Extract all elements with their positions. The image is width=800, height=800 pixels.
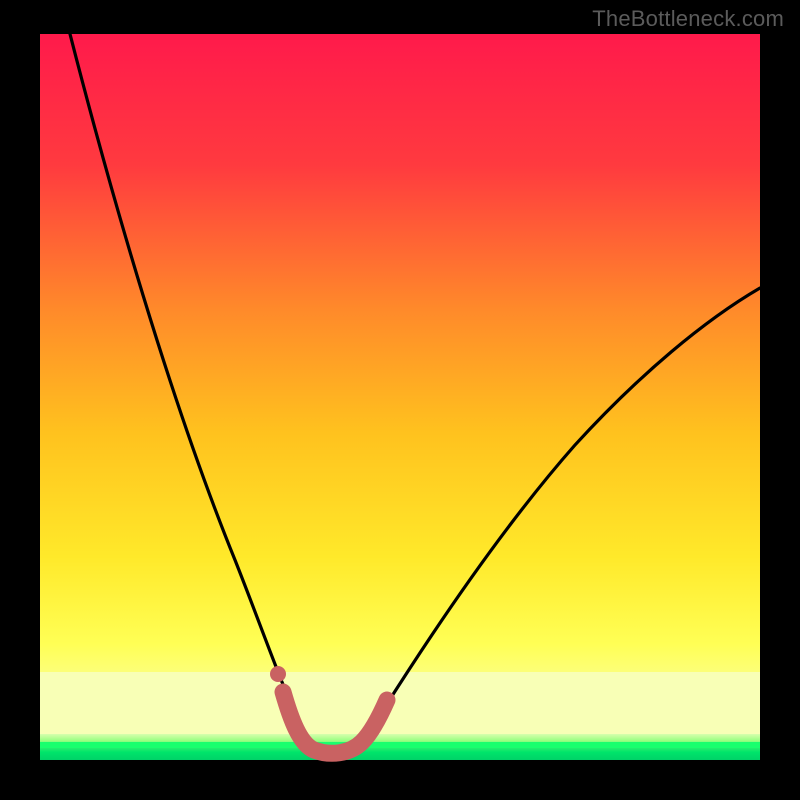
watermark-text: TheBottleneck.com	[592, 6, 784, 32]
chart-svg	[0, 0, 800, 800]
plot-gradient-bg	[40, 34, 760, 760]
chart-stage: TheBottleneck.com	[0, 0, 800, 800]
green-bright-line	[40, 742, 760, 748]
marker-dot	[270, 666, 286, 682]
